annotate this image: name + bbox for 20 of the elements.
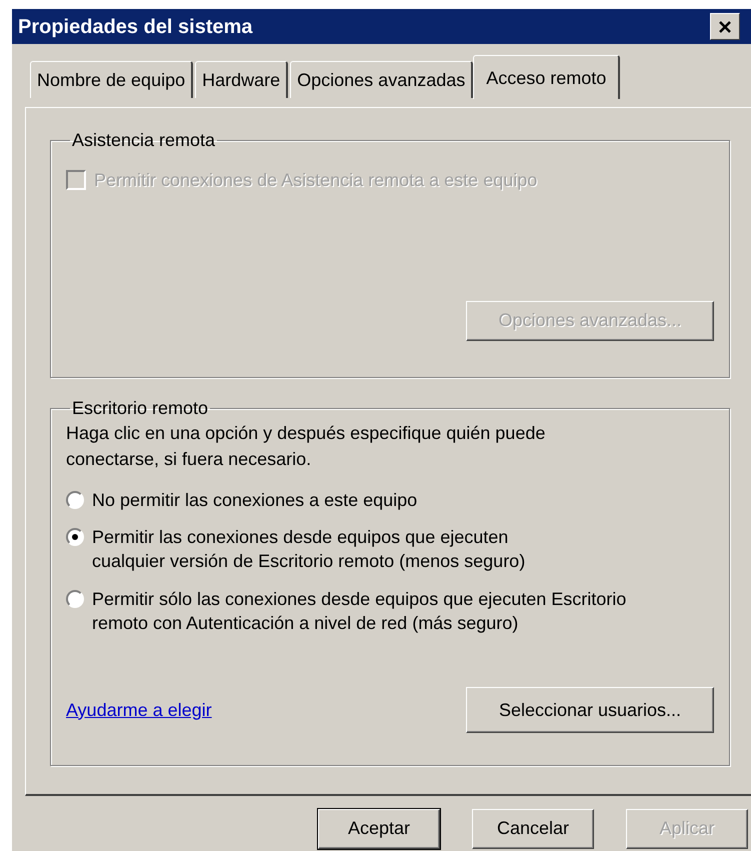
radio-label: Permitir sólo las conexiones desde equipos que ejecuten Escritorio remoto con Autenticación a nivel de red (más seguro) (92, 588, 626, 635)
help-link[interactable]: Ayudarme a elegir (66, 698, 212, 723)
radio-button[interactable] (66, 528, 84, 546)
radio-button[interactable] (66, 590, 84, 608)
group-title: Escritorio remoto (71, 398, 210, 420)
radio-label: Permitir las conexiones desde equipos que ejecuten cualquier versión de Escritorio remoto (menos seguro) (92, 526, 526, 574)
radio-button[interactable] (66, 490, 84, 509)
select-users-button[interactable]: Seleccionar usuarios... (466, 687, 714, 734)
tab[interactable]: Acceso remoto (473, 55, 620, 99)
tab[interactable]: Nombre de equipo (30, 61, 194, 98)
radio-label: No permitir las conexiones a este equipo (92, 488, 418, 512)
tab[interactable]: Hardware (195, 61, 288, 98)
description-text: Haga clic en una opción y después especifique quién puede conectarse, si fuera necesario. (66, 422, 546, 471)
close-button[interactable] (710, 13, 740, 40)
dialog-button[interactable]: Aceptar (318, 809, 440, 849)
group-title: Asistencia remota (71, 130, 216, 152)
close-icon (718, 20, 732, 34)
tab[interactable]: Opciones avanzadas (290, 61, 474, 98)
window-title: Propiedades del sistema (18, 14, 253, 40)
dialog-button[interactable]: Cancelar (472, 809, 594, 849)
